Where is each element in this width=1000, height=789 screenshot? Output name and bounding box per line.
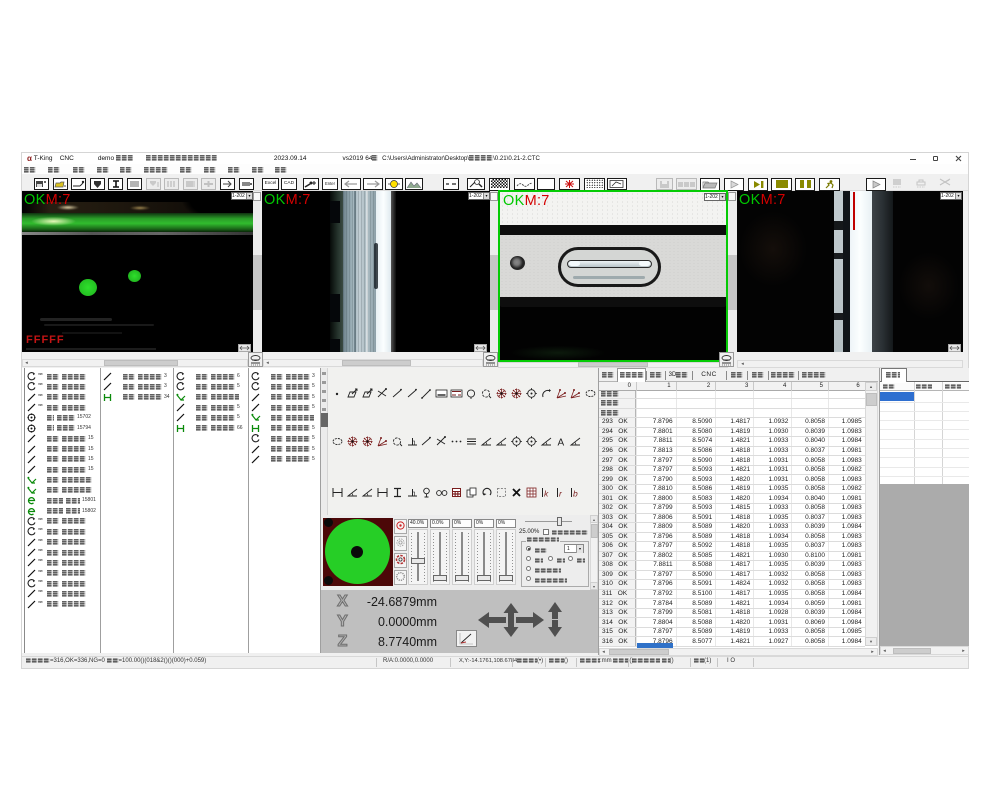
svg-text:A: A xyxy=(557,438,564,449)
svg-text:b: b xyxy=(573,489,578,499)
svg-text:r: r xyxy=(559,489,563,499)
svg-text:k: k xyxy=(544,489,549,499)
